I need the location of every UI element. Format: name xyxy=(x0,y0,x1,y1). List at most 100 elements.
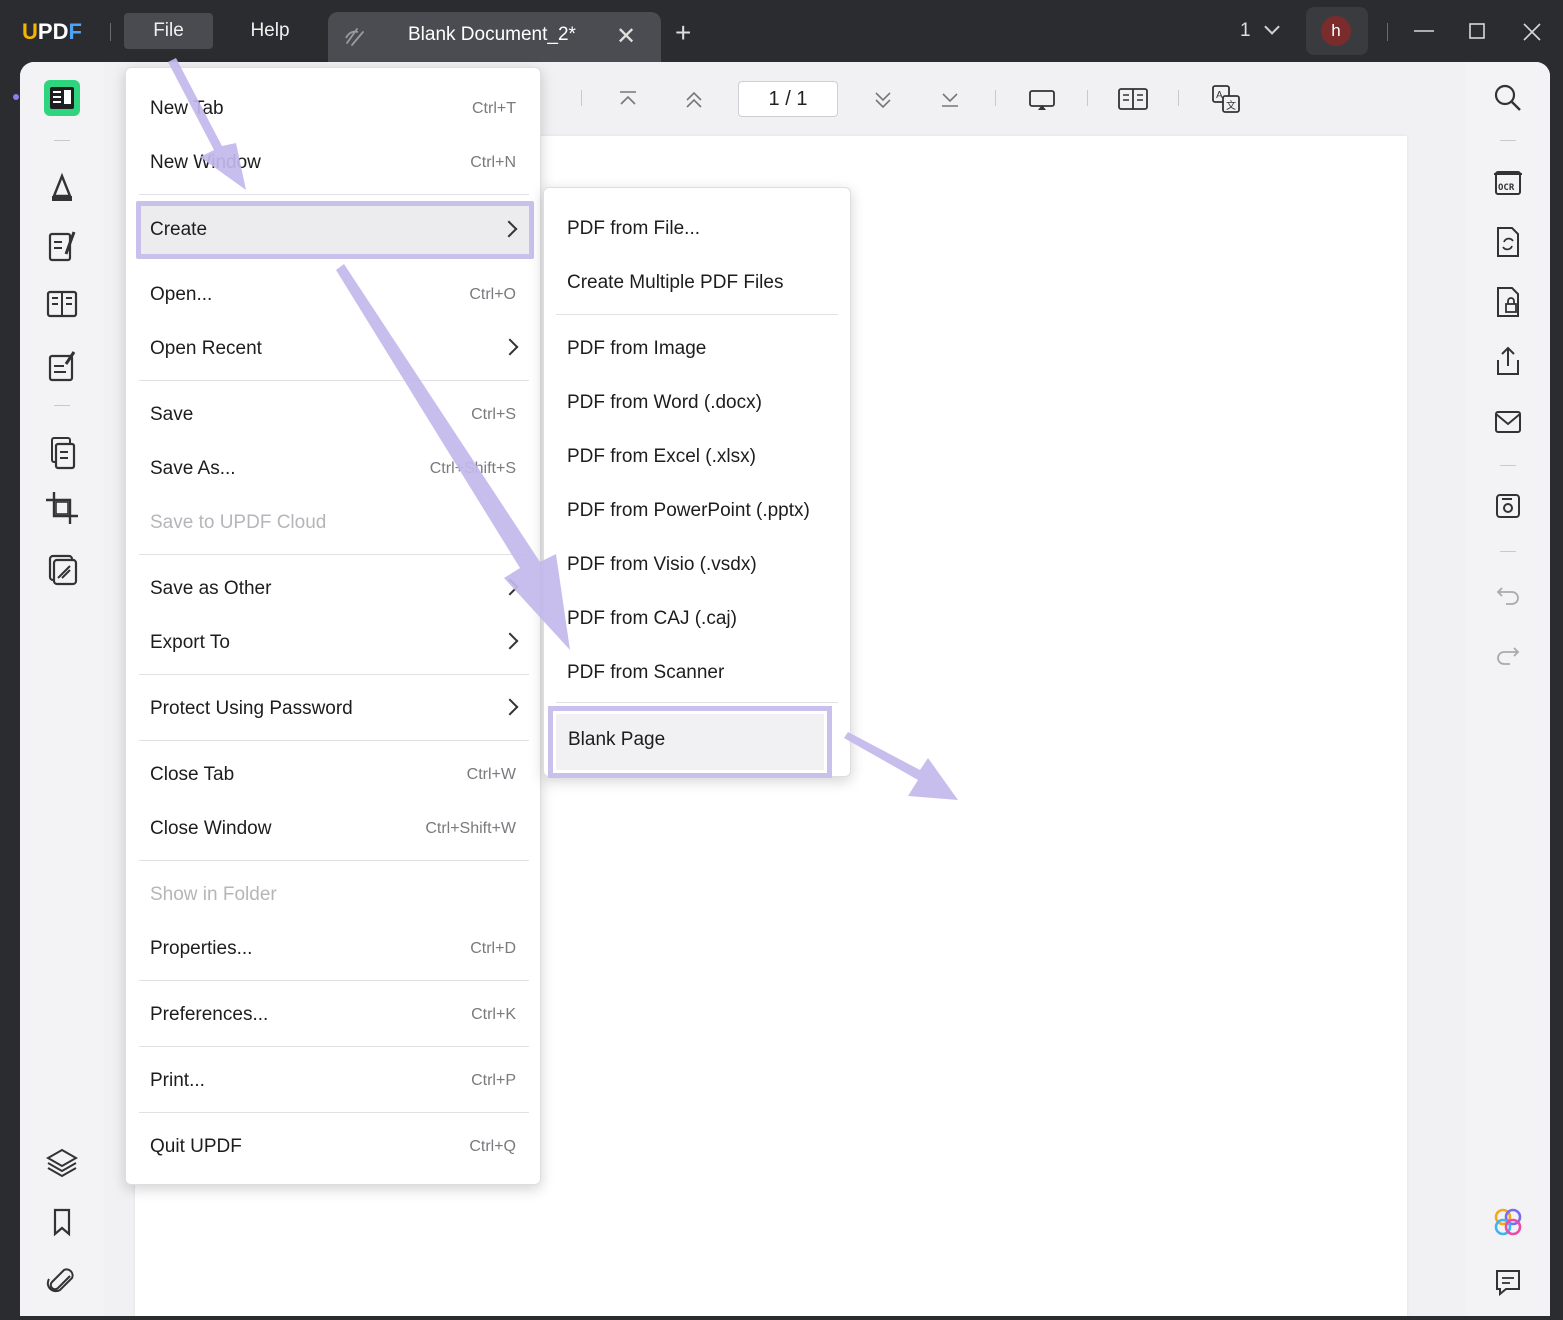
next-page-icon[interactable] xyxy=(872,90,894,110)
menu-item-show-in-folder: Show in Folder xyxy=(126,870,542,920)
menu-item-shortcut: Ctrl+D xyxy=(470,940,516,958)
document-tab[interactable]: Blank Document_2* ✕ xyxy=(328,12,661,62)
unsaved-doc-icon xyxy=(344,26,368,48)
bookmark-icon[interactable] xyxy=(42,1202,82,1242)
menu-item-quit[interactable]: Quit UPDFCtrl+Q xyxy=(126,1122,542,1172)
menu-item-open-recent[interactable]: Open Recent xyxy=(126,324,542,374)
updf-logo: UPDF xyxy=(22,19,82,45)
redo-icon[interactable] xyxy=(1488,634,1528,674)
organize-pages-icon[interactable] xyxy=(42,284,82,324)
chevron-down-icon xyxy=(1264,19,1280,35)
plus-icon[interactable]: + xyxy=(675,19,691,47)
minimize-icon[interactable] xyxy=(1412,22,1436,40)
submenu-item-pdf-from-excel[interactable]: PDF from Excel (.xlsx) xyxy=(544,432,852,482)
presentation-icon[interactable] xyxy=(1028,88,1056,112)
logo-letter: P xyxy=(38,19,53,45)
menu-item-new-window[interactable]: New WindowCtrl+N xyxy=(126,138,542,188)
submenu-item-pdf-from-image[interactable]: PDF from Image xyxy=(544,324,852,374)
comment-icon[interactable] xyxy=(42,166,82,206)
edit-pdf-icon[interactable] xyxy=(42,226,82,266)
comments-panel-icon[interactable] xyxy=(1488,1262,1528,1302)
divider xyxy=(54,140,70,141)
menu-separator xyxy=(139,1046,529,1047)
indicator-dot xyxy=(13,94,19,100)
undo-icon[interactable] xyxy=(1488,574,1528,614)
chevron-right-icon xyxy=(502,579,519,596)
menu-item-preferences[interactable]: Preferences...Ctrl+K xyxy=(126,990,542,1040)
right-toolbar: OCR xyxy=(1466,62,1550,1316)
close-icon[interactable]: ✕ xyxy=(616,22,636,51)
last-page-icon[interactable] xyxy=(939,90,961,108)
layers-icon[interactable] xyxy=(42,1142,82,1182)
attachment-icon[interactable] xyxy=(42,1262,82,1302)
menu-separator xyxy=(139,554,529,555)
submenu-item-label: PDF from CAJ (.caj) xyxy=(567,608,737,630)
menu-item-label: Properties... xyxy=(150,938,252,960)
share-icon[interactable] xyxy=(1488,342,1528,382)
protect-icon[interactable] xyxy=(42,548,82,588)
menu-item-label: Show in Folder xyxy=(150,884,277,906)
submenu-item-pdf-from-scanner[interactable]: PDF from Scanner xyxy=(544,648,852,698)
menu-item-shortcut: Ctrl+O xyxy=(469,286,516,304)
menu-item-protect-password[interactable]: Protect Using Password xyxy=(126,684,542,734)
menu-item-label: Save as Other xyxy=(150,578,271,600)
close-icon[interactable] xyxy=(1521,21,1543,43)
file-menu-button[interactable]: File xyxy=(124,13,213,49)
title-bar: UPDF File Help Blank Document_2* ✕ + 1 h xyxy=(0,0,1563,62)
menu-item-save[interactable]: SaveCtrl+S xyxy=(126,390,542,440)
menu-item-close-window[interactable]: Close WindowCtrl+Shift+W xyxy=(126,804,542,854)
submenu-item-pdf-from-caj[interactable]: PDF from CAJ (.caj) xyxy=(544,594,852,644)
save-icon[interactable] xyxy=(1488,486,1528,526)
menu-separator xyxy=(139,740,529,741)
menu-item-print[interactable]: Print...Ctrl+P xyxy=(126,1056,542,1106)
search-icon[interactable] xyxy=(1488,78,1528,118)
previous-page-icon[interactable] xyxy=(683,90,705,110)
submenu-item-pdf-from-file[interactable]: PDF from File... xyxy=(544,204,852,254)
avatar: h xyxy=(1321,16,1351,46)
submenu-item-blank-page[interactable]: Blank Page xyxy=(548,706,832,778)
menu-separator xyxy=(556,702,838,703)
divider xyxy=(54,405,70,406)
menu-item-properties[interactable]: Properties... Ctrl+D xyxy=(126,924,542,974)
menu-item-save-as[interactable]: Save As...Ctrl+Shift+S xyxy=(126,444,542,494)
page-display-icon[interactable] xyxy=(1117,86,1149,112)
file-menu: New TabCtrl+T New WindowCtrl+N Create Op… xyxy=(125,67,541,1185)
ocr-icon[interactable]: OCR xyxy=(1488,162,1528,202)
protect-doc-icon[interactable] xyxy=(1488,282,1528,322)
submenu-item-pdf-from-word[interactable]: PDF from Word (.docx) xyxy=(544,378,852,428)
menu-separator xyxy=(139,380,529,381)
page-selector[interactable]: 1 xyxy=(1240,20,1274,42)
form-icon[interactable] xyxy=(42,346,82,386)
submenu-item-label: PDF from Excel (.xlsx) xyxy=(567,446,756,468)
maximize-icon[interactable] xyxy=(1468,22,1488,40)
menu-item-save-as-other[interactable]: Save as Other xyxy=(126,564,542,614)
crop-icon[interactable] xyxy=(42,488,82,528)
divider xyxy=(995,90,996,106)
menu-item-new-tab[interactable]: New TabCtrl+T xyxy=(126,84,542,134)
first-page-icon[interactable] xyxy=(617,90,639,108)
create-submenu: PDF from File... Create Multiple PDF Fil… xyxy=(543,187,851,777)
ai-assistant-icon[interactable] xyxy=(1488,1202,1528,1242)
convert-icon[interactable] xyxy=(1488,222,1528,262)
help-menu-button[interactable]: Help xyxy=(230,13,310,49)
menu-item-export-to[interactable]: Export To xyxy=(126,618,542,668)
translate-icon[interactable]: A文 xyxy=(1211,84,1241,114)
submenu-item-create-multiple[interactable]: Create Multiple PDF Files xyxy=(544,258,852,308)
menu-separator xyxy=(139,674,529,675)
page-number-input[interactable]: 1 / 1 xyxy=(738,81,838,117)
submenu-item-label: PDF from Visio (.vsdx) xyxy=(567,554,757,576)
submenu-item-pdf-from-powerpoint[interactable]: PDF from PowerPoint (.pptx) xyxy=(544,486,852,536)
chevron-right-icon xyxy=(502,339,519,356)
logo-letter: F xyxy=(68,19,81,45)
menu-item-shortcut: Ctrl+K xyxy=(471,1006,516,1024)
account-button[interactable]: h xyxy=(1306,7,1368,55)
menu-item-open[interactable]: Open...Ctrl+O xyxy=(126,270,542,320)
menu-item-close-tab[interactable]: Close TabCtrl+W xyxy=(126,750,542,800)
menu-item-create[interactable]: Create xyxy=(136,201,534,259)
reader-icon[interactable] xyxy=(42,78,82,118)
page-tools-icon[interactable] xyxy=(42,432,82,472)
email-icon[interactable] xyxy=(1488,402,1528,442)
submenu-item-pdf-from-visio[interactable]: PDF from Visio (.vsdx) xyxy=(544,540,852,590)
menu-item-label: Print... xyxy=(150,1070,205,1092)
menu-item-save-to-cloud: Save to UPDF Cloud xyxy=(126,498,542,548)
